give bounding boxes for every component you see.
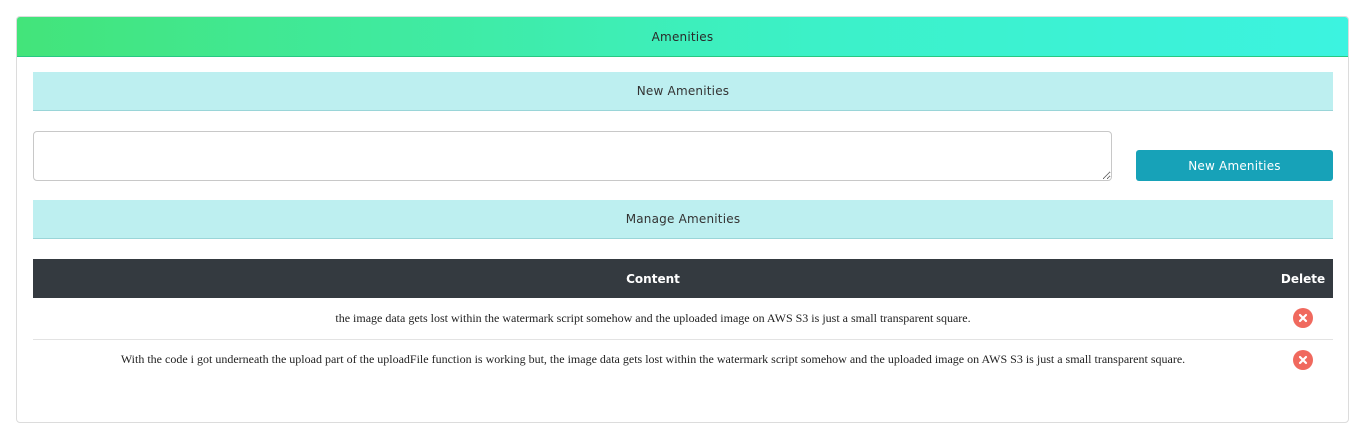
delete-icon[interactable]: [1293, 308, 1313, 329]
row-delete-cell: [1273, 339, 1333, 380]
new-amenities-title: New Amenities: [636, 84, 730, 98]
table-header-row: Content Delete: [33, 259, 1333, 298]
delete-icon[interactable]: [1293, 349, 1313, 370]
column-header-delete: Delete: [1280, 271, 1326, 286]
table-row: the image data gets lost within the wate…: [33, 298, 1333, 339]
new-amenities-header: New Amenities: [33, 72, 1333, 111]
new-amenities-button[interactable]: New Amenities: [1136, 150, 1333, 181]
manage-amenities-header: Manage Amenities: [33, 200, 1333, 239]
card-title: Amenities: [651, 29, 714, 44]
amenities-table: Content Delete the image data gets lost …: [33, 259, 1333, 380]
times-circle-icon: [1298, 314, 1308, 323]
row-content: the image data gets lost within the wate…: [335, 310, 971, 325]
row-delete-cell: [1273, 298, 1333, 339]
column-header-content: Content: [626, 271, 680, 286]
times-circle-icon: [1298, 355, 1308, 364]
card-header: Amenities: [17, 17, 1348, 57]
amenities-card: Amenities New Amenities New Amenities Ma…: [16, 16, 1349, 423]
amenity-textarea[interactable]: [33, 131, 1112, 181]
amenity-textarea-wrap: [33, 131, 1112, 181]
row-content: With the code i got underneath the uploa…: [120, 352, 1186, 367]
manage-amenities-title: Manage Amenities: [625, 212, 741, 226]
table-row: With the code i got underneath the uploa…: [33, 339, 1333, 380]
